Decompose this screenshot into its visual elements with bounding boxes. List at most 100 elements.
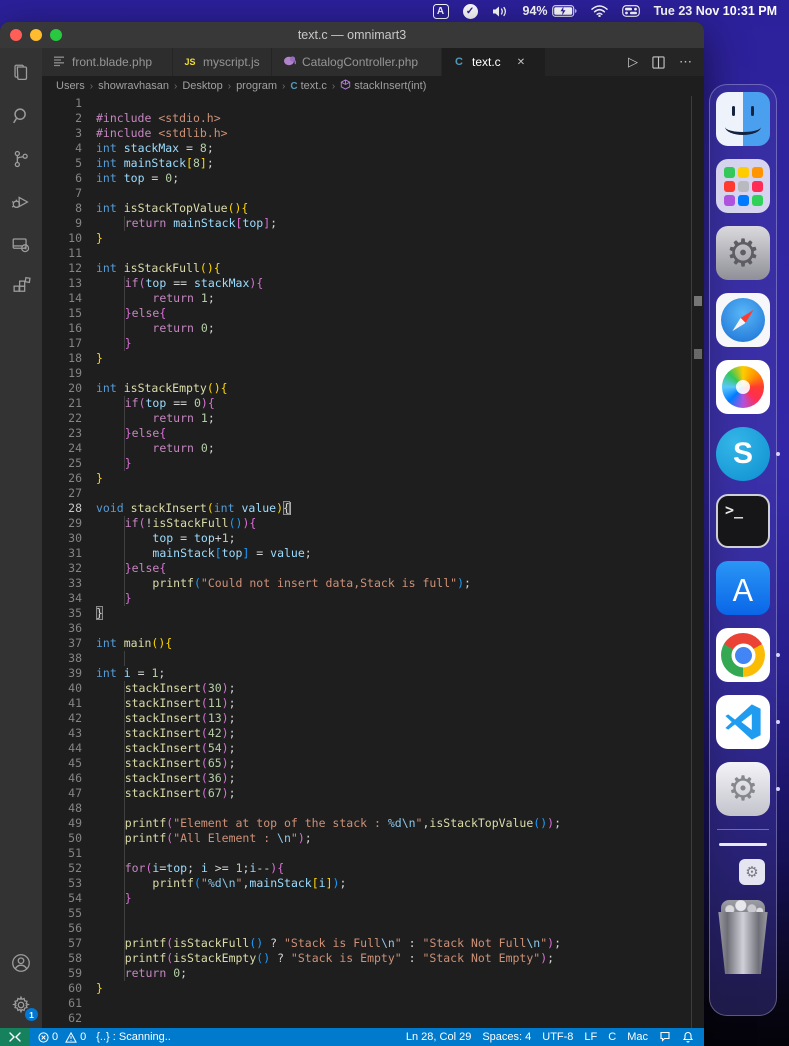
line-number[interactable]: 53 [42,876,82,891]
code-text[interactable]: top = top+1; [82,531,236,546]
line-number[interactable]: 44 [42,741,82,756]
code-text[interactable]: int isStackTopValue(){ [82,201,248,216]
code-line[interactable]: 37int main(){ [42,636,690,651]
line-number[interactable]: 60 [42,981,82,996]
line-number[interactable]: 28 [42,501,82,516]
code-line[interactable]: 51 [42,846,690,861]
line-number[interactable]: 11 [42,246,82,261]
app-store-dock-icon[interactable]: Ａ [716,561,770,615]
code-text[interactable] [82,96,96,111]
code-line[interactable]: 44 stackInsert(54); [42,741,690,756]
code-text[interactable]: #include <stdlib.h> [82,126,228,141]
zoom-window-button[interactable] [50,29,62,41]
keybindings-indicator[interactable]: Mac [627,1031,648,1043]
input-source-icon[interactable]: A [433,4,449,19]
code-line[interactable]: 30 top = top+1; [42,531,690,546]
line-number[interactable]: 6 [42,171,82,186]
code-text[interactable] [82,486,96,501]
code-text[interactable]: #include <stdio.h> [82,111,221,126]
account-icon[interactable] [8,950,34,976]
breadcrumb-users[interactable]: Users [56,80,85,92]
code-line[interactable]: 50 printf("All Element : \n"); [42,831,690,846]
language-mode[interactable]: C [608,1031,616,1043]
vscode-dock-icon[interactable] [716,695,770,749]
extensions-icon[interactable] [8,275,34,301]
breadcrumb-showravhasan[interactable]: showravhasan [98,80,169,92]
code-text[interactable]: stackInsert(65); [82,756,236,771]
line-number[interactable]: 62 [42,1011,82,1026]
code-line[interactable]: 27 [42,486,690,501]
code-text[interactable] [82,366,96,381]
source-control-icon[interactable] [8,146,34,172]
code-text[interactable]: } [82,471,103,486]
code-line[interactable]: 45 stackInsert(65); [42,756,690,771]
run-debug-icon[interactable] [8,189,34,215]
code-text[interactable] [82,246,96,261]
code-text[interactable] [82,186,96,201]
minimize-window-button[interactable] [30,29,42,41]
code-line[interactable]: 18} [42,351,690,366]
search-icon[interactable] [8,103,34,129]
line-number[interactable]: 46 [42,771,82,786]
eol-setting[interactable]: LF [584,1031,597,1043]
code-text[interactable]: void stackInsert(int value){ [82,501,291,516]
line-number[interactable]: 22 [42,411,82,426]
line-number[interactable]: 8 [42,201,82,216]
code-line[interactable]: 23 }else{ [42,426,690,441]
code-text[interactable]: int stackMax = 8; [82,141,214,156]
code-line[interactable]: 35} [42,606,690,621]
code-line[interactable]: 56 [42,921,690,936]
code-text[interactable]: }else{ [82,306,166,321]
feedback-icon[interactable] [659,1031,671,1043]
line-number[interactable]: 43 [42,726,82,741]
split-editor-icon[interactable] [652,56,665,69]
settings-gear-icon[interactable]: 1 [8,992,34,1018]
code-line[interactable]: 36 [42,621,690,636]
editor-scrollbar[interactable] [691,96,704,1028]
code-text[interactable]: }else{ [82,561,166,576]
run-code-button[interactable]: ▷ [628,54,638,70]
code-line[interactable]: 29 if(!isStackFull()){ [42,516,690,531]
terminal-dock-icon[interactable]: >_ [716,494,770,548]
code-line[interactable]: 52 for(i=top; i >= 1;i--){ [42,861,690,876]
control-center-icon[interactable] [622,5,640,17]
line-number[interactable]: 17 [42,336,82,351]
tab-catalogcontroller-php[interactable]: CatalogController.php [272,48,442,76]
code-line[interactable]: 41 stackInsert(11); [42,696,690,711]
trash-dock-icon[interactable] [715,900,771,974]
code-text[interactable]: }else{ [82,426,166,441]
line-number[interactable]: 54 [42,891,82,906]
line-number[interactable]: 58 [42,951,82,966]
code-text[interactable] [82,651,125,666]
code-line[interactable]: 58 printf(isStackEmpty() ? "Stack is Emp… [42,951,690,966]
breadcrumb-desktop[interactable]: Desktop [182,80,222,92]
line-number[interactable]: 48 [42,801,82,816]
code-text[interactable]: if(!isStackFull()){ [82,516,256,531]
code-line[interactable]: 31 mainStack[top] = value; [42,546,690,561]
code-line[interactable]: 26} [42,471,690,486]
line-number[interactable]: 35 [42,606,82,621]
code-text[interactable]: stackInsert(36); [82,771,236,786]
line-number[interactable]: 25 [42,456,82,471]
code-line[interactable]: 54 } [42,891,690,906]
line-number[interactable]: 13 [42,276,82,291]
code-line[interactable]: 53 printf("%d\n",mainStack[i]); [42,876,690,891]
code-text[interactable]: } [82,606,103,621]
line-number[interactable]: 14 [42,291,82,306]
breadcrumb-program[interactable]: program [236,80,277,92]
line-number[interactable]: 34 [42,591,82,606]
skype-dock-icon[interactable]: S [716,427,770,481]
tab-myscript-js[interactable]: JS myscript.js [173,48,272,76]
line-number[interactable]: 33 [42,576,82,591]
code-line[interactable]: 42 stackInsert(13); [42,711,690,726]
code-text[interactable]: mainStack[top] = value; [82,546,312,561]
photos-dock-icon[interactable] [716,360,770,414]
line-number[interactable]: 3 [42,126,82,141]
line-number[interactable]: 59 [42,966,82,981]
safari-dock-icon[interactable] [716,293,770,347]
code-text[interactable]: } [82,231,103,246]
line-number[interactable]: 18 [42,351,82,366]
line-number[interactable]: 61 [42,996,82,1011]
line-number[interactable]: 55 [42,906,82,921]
code-text[interactable]: stackInsert(54); [82,741,236,756]
